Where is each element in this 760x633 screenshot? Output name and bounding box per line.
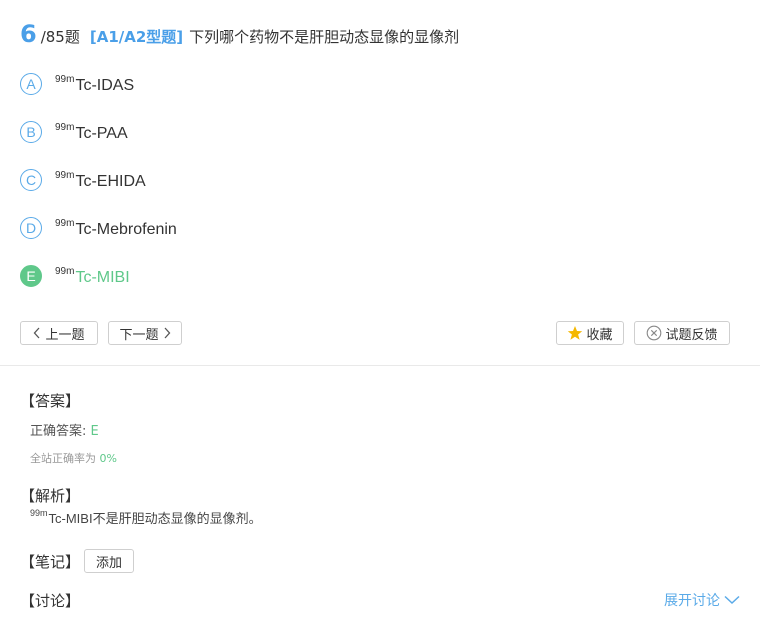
option-sup-c: 99m <box>55 169 75 181</box>
star-icon <box>568 326 583 340</box>
accuracy-rate: 全站正确率为 0% <box>30 450 117 466</box>
correct-answer-value: E <box>90 424 99 439</box>
expand-discussion-link[interactable]: 展开讨论 <box>664 590 740 610</box>
option-sup-a: 99m <box>55 73 75 85</box>
chevron-down-icon <box>724 595 740 605</box>
accuracy-rate-label: 全站正确率为 <box>30 452 96 465</box>
option-sup-e: 99m <box>55 265 75 277</box>
option-letter-c: C <box>20 169 42 191</box>
analysis-sup: 99m <box>30 508 48 518</box>
option-e[interactable]: E 99mTc-MIBI <box>20 262 130 290</box>
correct-answer-label: 正确答案: <box>30 424 87 439</box>
analysis-body: Tc-MIBI不是肝胆动态显像的显像剂。 <box>48 511 262 526</box>
correct-answer: 正确答案: E <box>30 420 99 439</box>
option-text-a: 99mTc-IDAS <box>55 74 134 95</box>
option-letter-e: E <box>20 265 42 287</box>
option-sup-b: 99m <box>55 121 75 133</box>
prev-question-label: 上一题 <box>45 327 85 343</box>
question-header: 6 /85题 [A1/A2型题] 下列哪个药物不是肝胆动态显像的显像剂 <box>20 20 459 52</box>
option-text-c: 99mTc-EHIDA <box>55 170 146 191</box>
option-sup-d: 99m <box>55 217 75 229</box>
feedback-button[interactable]: 试题反馈 <box>634 321 730 345</box>
question-number: 6 <box>20 20 37 48</box>
question-total: /85题 <box>40 28 80 46</box>
option-label-c: Tc-EHIDA <box>75 172 146 190</box>
question-type: [A1/A2型题] <box>89 28 184 46</box>
option-a[interactable]: A 99mTc-IDAS <box>20 70 134 98</box>
add-note-button[interactable]: 添加 <box>84 549 134 573</box>
accuracy-rate-value: 0% <box>99 452 117 465</box>
option-c[interactable]: C 99mTc-EHIDA <box>20 166 146 194</box>
answer-title: 【答案】 <box>20 392 81 410</box>
favorite-button[interactable]: 收藏 <box>556 321 624 345</box>
section-divider <box>0 365 760 366</box>
option-d[interactable]: D 99mTc-Mebrofenin <box>20 214 177 242</box>
option-b[interactable]: B 99mTc-PAA <box>20 118 128 146</box>
option-label-b: Tc-PAA <box>75 124 128 142</box>
option-label-a: Tc-IDAS <box>75 76 135 94</box>
next-question-label: 下一题 <box>119 327 159 343</box>
notes-title: 【笔记】 <box>20 553 81 571</box>
option-letter-a: A <box>20 73 42 95</box>
option-label-d: Tc-Mebrofenin <box>75 220 177 238</box>
close-circle-icon <box>647 325 662 341</box>
option-label-e: Tc-MIBI <box>75 268 130 286</box>
expand-discussion-label: 展开讨论 <box>664 593 720 609</box>
chevron-right-icon <box>164 327 170 339</box>
prev-question-button[interactable]: 上一题 <box>20 321 98 345</box>
option-text-d: 99mTc-Mebrofenin <box>55 218 177 239</box>
question-text: 下列哪个药物不是肝胆动态显像的显像剂 <box>189 28 460 46</box>
analysis-text: 99mTc-MIBI不是肝胆动态显像的显像剂。 <box>30 508 262 527</box>
option-letter-b: B <box>20 121 42 143</box>
option-letter-d: D <box>20 217 42 239</box>
chevron-left-icon <box>34 327 40 339</box>
analysis-title: 【解析】 <box>20 487 81 505</box>
discussion-title: 【讨论】 <box>20 592 81 610</box>
option-text-e: 99mTc-MIBI <box>55 266 130 287</box>
option-text-b: 99mTc-PAA <box>55 122 128 143</box>
favorite-label: 收藏 <box>586 327 613 343</box>
add-note-label: 添加 <box>95 555 122 571</box>
next-question-button[interactable]: 下一题 <box>108 321 182 345</box>
feedback-label: 试题反馈 <box>665 327 718 343</box>
